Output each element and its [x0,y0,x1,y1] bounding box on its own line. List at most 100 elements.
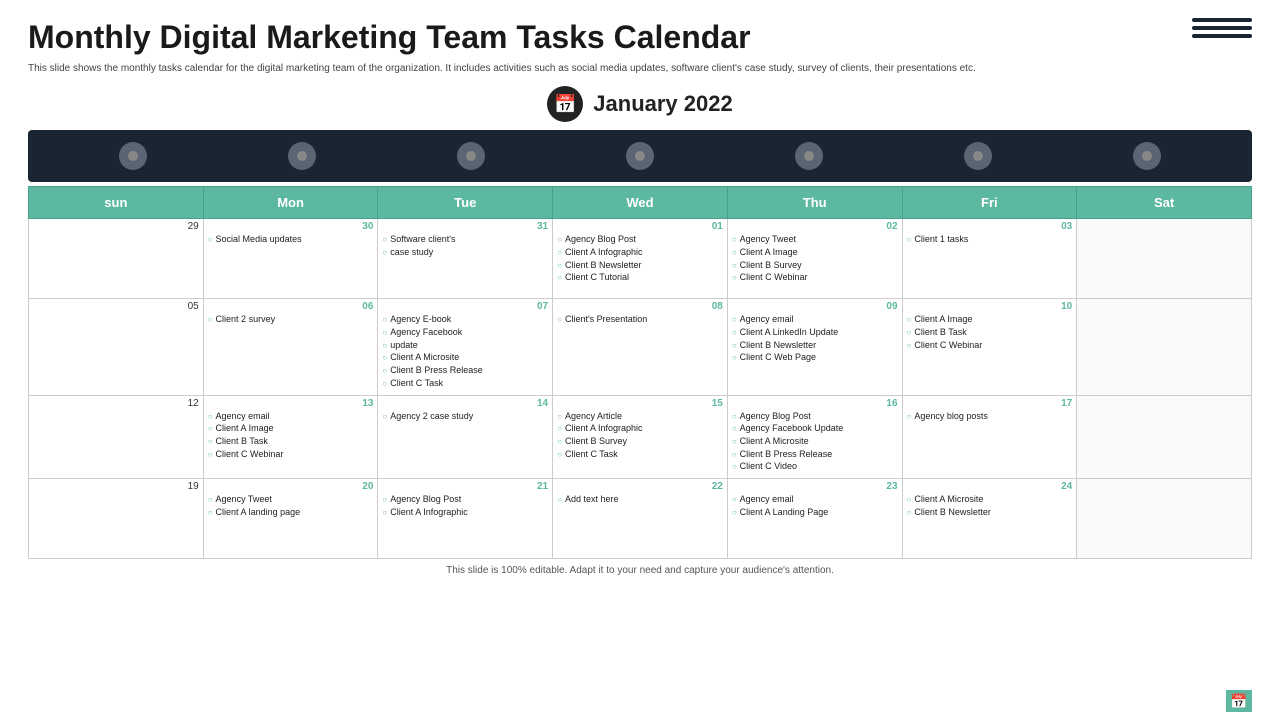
footer-text: This slide is 100% editable. Adapt it to… [28,565,1252,576]
gear-item-2 [288,142,316,170]
task-item: Client C Webinar [208,449,374,461]
calendar-cell-1-2: 07 Agency E-bookAgency Facebookupdate Clie… [378,299,553,395]
calendar-cell-3-0: 19 [29,478,204,558]
task-list: Client A ImageClient B TaskClient C Webi… [907,314,1073,351]
calendar-cell-3-6 [1077,478,1252,558]
task-list: Client 2 survey [208,314,374,326]
day-number: 22 [557,481,723,492]
task-item: Client A Microsite [907,494,1073,506]
month-title: January 2022 [593,91,732,117]
task-item: Client A Image [907,314,1073,326]
task-item: Client C Task [557,449,723,461]
task-item: Agency Blog Post [382,494,548,506]
task-item: Client A Infographic [557,423,723,435]
calendar-cell-0-4: 02Agency TweetClient A ImageClient B Sur… [727,219,902,299]
calendar-cell-0-2: 31 Software client'scase study [378,219,553,299]
calendar-cell-1-3: 08 Client's Presentation [553,299,728,395]
calendar-cell-1-5: 10Client A ImageClient B TaskClient C We… [902,299,1077,395]
col-header-mon: Mon [203,187,378,219]
task-item: Agency Blog Post [732,411,898,423]
task-list: Agency emailClient A LinkedIn UpdateClie… [732,314,898,364]
task-list: Agency blog posts [907,411,1073,423]
task-item: update [382,340,548,352]
slide: Monthly Digital Marketing Team Tasks Cal… [0,0,1280,720]
task-item: Client B Task [907,327,1073,339]
task-item: Client's Presentation [557,314,723,326]
task-list: Agency emailClient A ImageClient B TaskC… [208,411,374,461]
calendar-cell-1-6 [1077,299,1252,395]
calendar-row-1: 0506Client 2 survey07Agency E-bookAgency… [29,299,1252,395]
day-number: 29 [33,221,199,232]
task-item: Client B Newsletter [732,340,898,352]
task-item: Agency E-book [382,314,548,326]
task-list: Add text here [557,494,723,506]
calendar-table: sunMonTueWedThuFriSat 2930Social Media u… [28,186,1252,559]
task-item: Client B Press Release [732,449,898,461]
task-item: Agency email [732,314,898,326]
task-item: Client B Survey [732,260,898,272]
calendar-cell-2-1: 13Agency emailClient A ImageClient B Tas… [203,395,378,478]
calendar-cell-2-2: 14Agency 2 case study [378,395,553,478]
day-number: 31 [382,221,548,232]
page-title: Monthly Digital Marketing Team Tasks Cal… [28,18,1252,56]
task-item: Agency Tweet [732,234,898,246]
calendar-cell-1-4: 09Agency emailClient A LinkedIn UpdateCl… [727,299,902,395]
task-list: Agency ArticleClient A Infographic Client… [557,411,723,461]
calendar-cell-1-1: 06Client 2 survey [203,299,378,395]
calendar-cell-0-6 [1077,219,1252,299]
task-list: Agency Blog PostClient A Infographic [382,494,548,518]
calendar-cell-2-4: 16 Agency Blog PostAgency Facebook Update… [727,395,902,478]
gear-item-6 [964,142,992,170]
calendar-row-3: 19 20Agency TweetClient A landing page 21 A… [29,478,1252,558]
task-list: Agency Blog PostAgency Facebook UpdateCl… [732,411,898,473]
task-item: Client A Image [732,247,898,259]
day-number: 08 [557,301,723,312]
gear-item-4 [626,142,654,170]
col-header-sun: sun [29,187,204,219]
task-item: Client C Video [732,461,898,473]
month-header: 📅 January 2022 [28,86,1252,122]
task-item: Social Media updates [208,234,374,246]
task-list: Client A MicrositeClient B Newsletter [907,494,1073,518]
day-number: 14 [382,398,548,409]
day-number: 16 [732,398,898,409]
page-subtitle: This slide shows the monthly tasks calen… [28,62,1252,76]
calendar-cell-3-3: 22 Add text here [553,478,728,558]
gear-item-1 [119,142,147,170]
task-list: Software client'scase study [382,234,548,258]
day-number: 07 [382,301,548,312]
task-item: Agency email [208,411,374,423]
day-number: 01 [557,221,723,232]
task-item: Client A LinkedIn Update [732,327,898,339]
gear-strip [28,130,1252,182]
calendar-cell-0-0: 29 [29,219,204,299]
day-number: 03 [907,221,1073,232]
task-list: Social Media updates [208,234,374,246]
task-item: Client C Tutorial [557,272,723,284]
calendar-cell-2-6 [1077,395,1252,478]
task-item: Agency blog posts [907,411,1073,423]
day-number: 15 [557,398,723,409]
calendar-cell-3-1: 20Agency TweetClient A landing page [203,478,378,558]
day-number: 23 [732,481,898,492]
calendar-cell-2-5: 17 Agency blog posts [902,395,1077,478]
day-number: 19 [33,481,199,492]
task-list: Client's Presentation [557,314,723,326]
task-item: Client 1 tasks [907,234,1073,246]
task-item: Client C Webinar [907,340,1073,352]
task-item: Agency Article [557,411,723,423]
menu-icon [1192,18,1252,46]
col-header-tue: Tue [378,187,553,219]
day-number: 24 [907,481,1073,492]
calendar-cell-1-0: 05 [29,299,204,395]
day-number: 21 [382,481,548,492]
task-item: Agency Facebook [382,327,548,339]
task-item: Client A Landing Page [732,507,898,519]
task-list: Client 1 tasks [907,234,1073,246]
calendar-row-0: 2930Social Media updates31Software clien… [29,219,1252,299]
task-item: Client B Press Release [382,365,548,377]
day-number: 17 [907,398,1073,409]
task-list: Agency emailClient A Landing Page [732,494,898,518]
task-list: Agency E-bookAgency Facebookupdate Client… [382,314,548,389]
calendar-cell-3-4: 23 Agency emailClient A Landing Page [727,478,902,558]
